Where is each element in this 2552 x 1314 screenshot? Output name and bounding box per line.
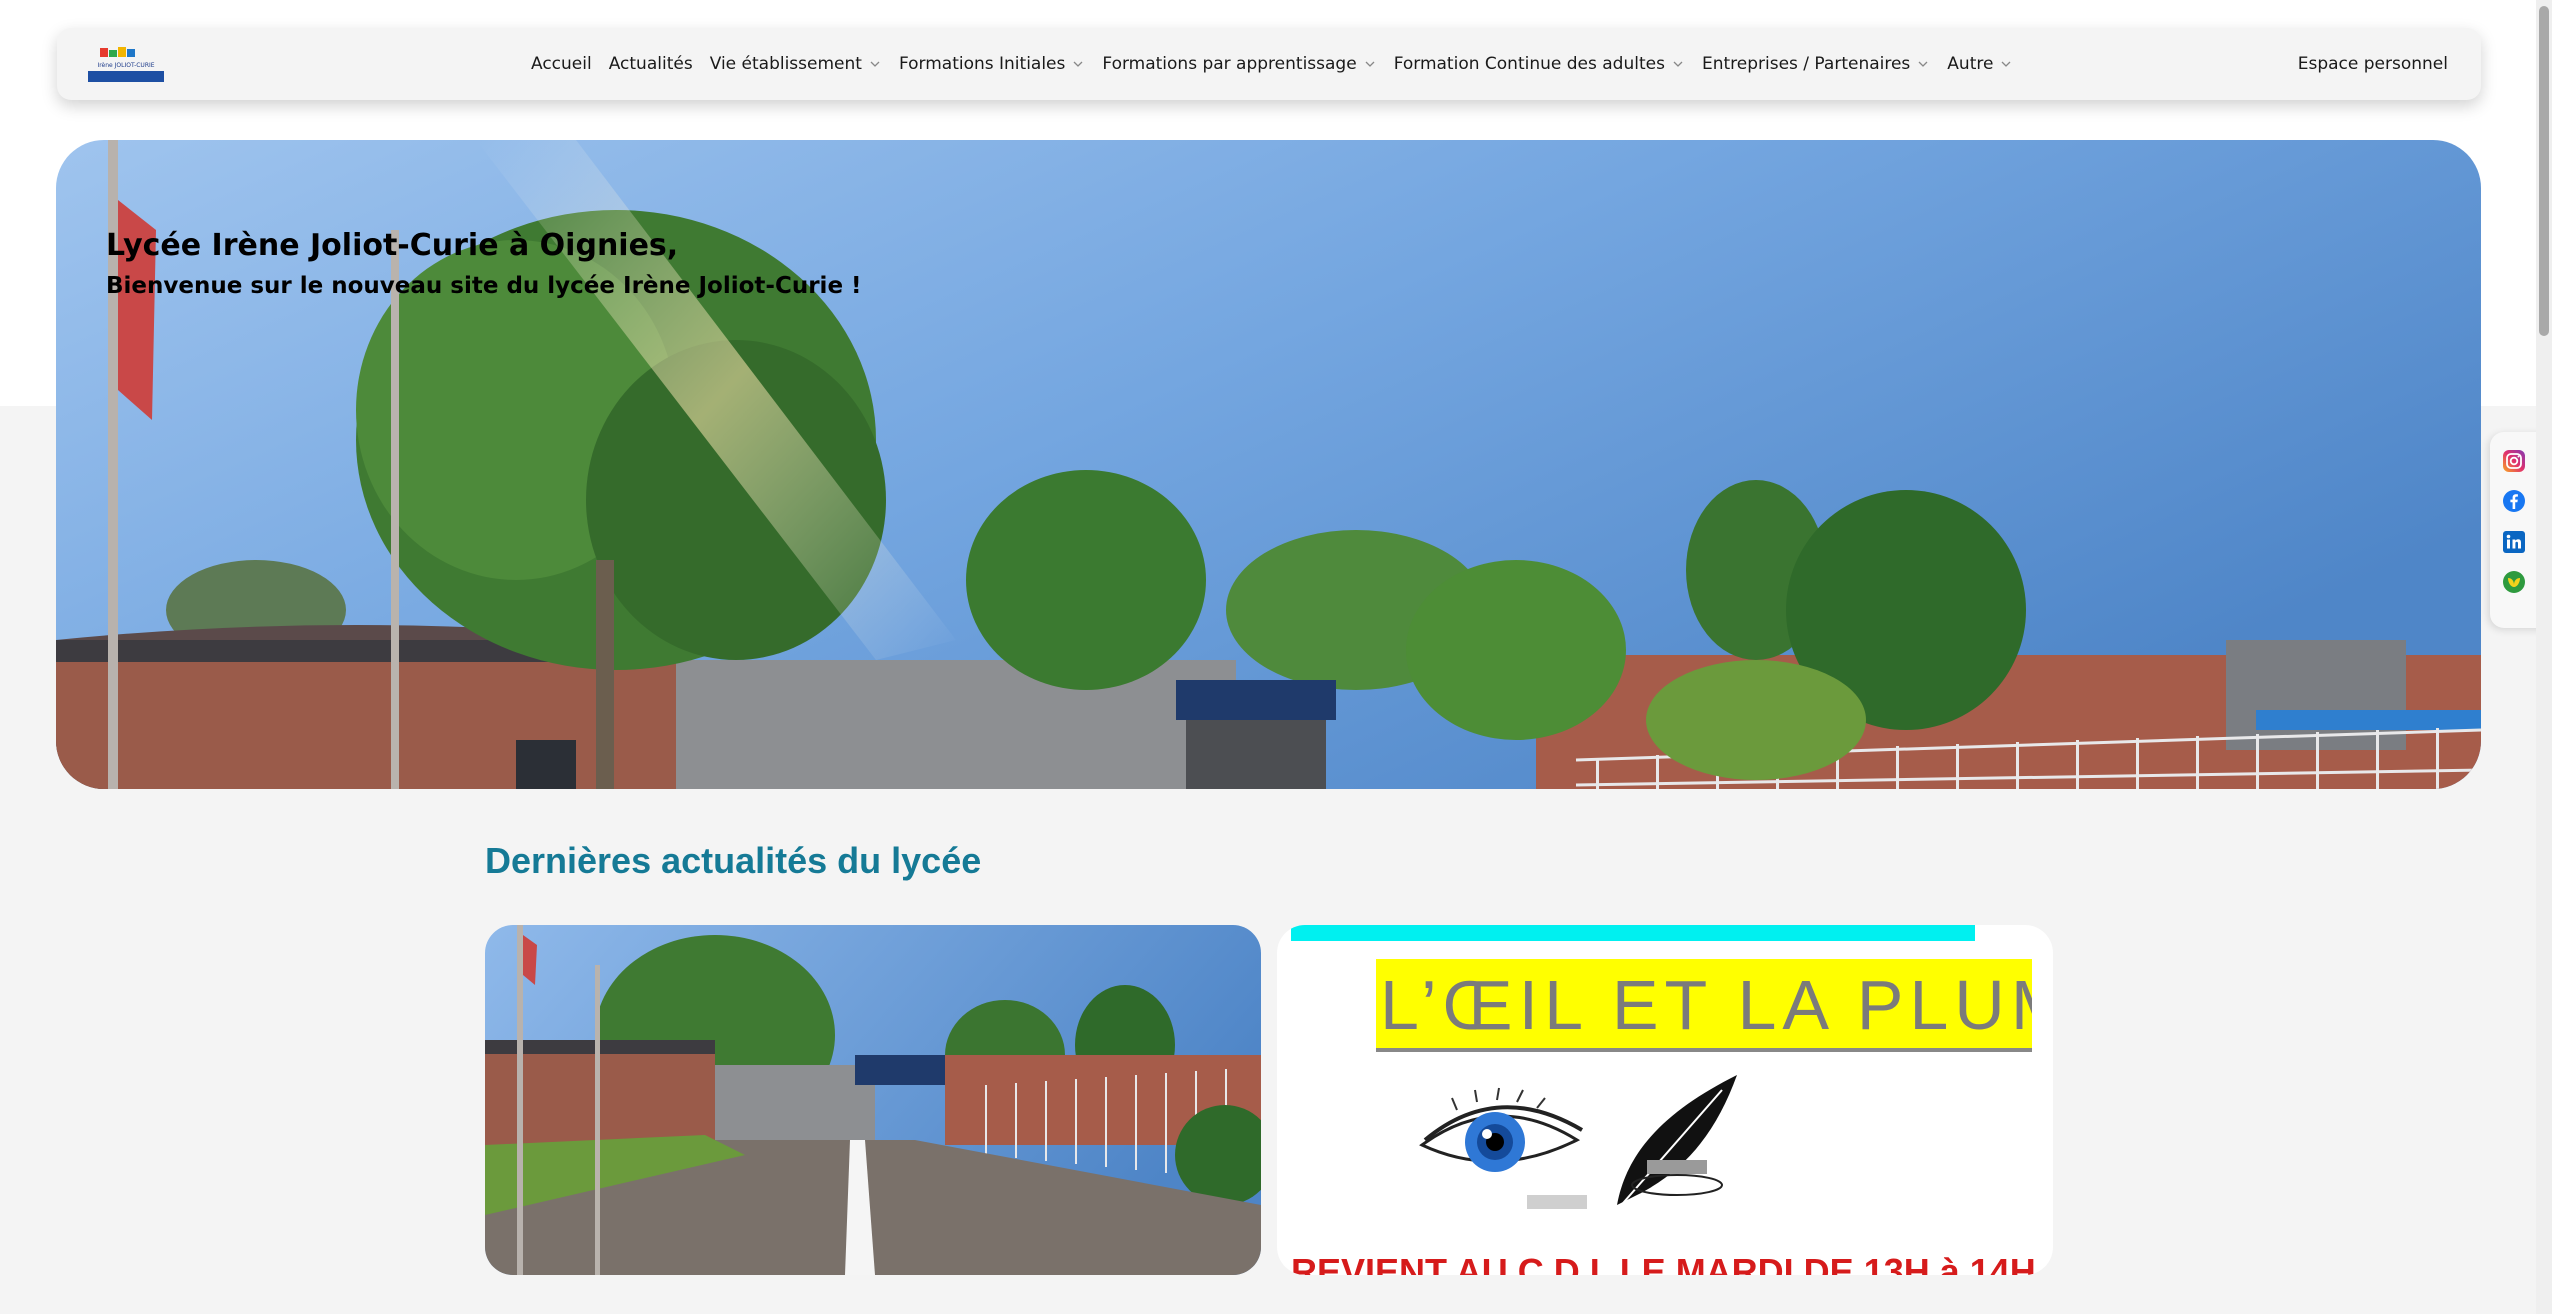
nav-vie-etablissement[interactable]: Vie établissement [710,54,882,74]
poster-top-bar [1291,925,1975,941]
ent-icon[interactable] [2502,570,2526,594]
nav-actualites-label: Actualités [608,54,693,74]
nav-actualites[interactable]: Actualités [609,54,693,74]
poster-subtitle: REVIENT AU C.D.I. LE MARDI DE 13H à 14H [1291,1251,2036,1275]
news-card[interactable]: L’ŒIL ET LA PLUME REVIENT AU C.D.I. LE M… [1277,925,2053,1275]
scrollbar-thumb[interactable] [2539,6,2549,336]
poster-title: L’ŒIL ET LA PLUME [1376,959,2032,1052]
nav-vie-etablissement-label: Vie établissement [709,54,862,74]
nav-entreprises-partenaires-label: Entreprises / Partenaires [1701,54,1911,74]
eye-and-quill-illustration [1419,1075,1737,1211]
espace-personnel-label: Espace personnel [2297,54,2448,74]
chevron-down-icon [870,61,880,67]
school-entrance-photo [485,925,1261,1275]
chevron-down-icon [1918,61,1928,67]
news-card[interactable] [485,925,1261,1275]
instagram-icon[interactable] [2502,449,2526,473]
chevron-down-icon [1365,61,1375,67]
hero-title: Lycée Irène Joliot-Curie à Oignies, [106,228,679,263]
chevron-down-icon [1673,61,1683,67]
news-heading: Dernières actualités du lycée [485,840,982,881]
nav-formations-initiales-label: Formations Initiales [898,54,1066,74]
nav-autre-label: Autre [1947,54,1994,74]
main-navbar: Irène JOLIOT-CURIE Accueil Actualités Vi… [57,28,2481,100]
page-scrollbar[interactable] [2536,0,2552,1314]
nav-accueil[interactable]: Accueil [531,54,592,74]
school-logo[interactable]: Irène JOLIOT-CURIE [88,46,164,82]
nav-formations-apprentissage[interactable]: Formations par apprentissage [1102,54,1376,74]
nav-accueil-label: Accueil [531,54,592,74]
nav-entreprises-partenaires[interactable]: Entreprises / Partenaires [1702,54,1930,74]
hero-banner: Lycée Irène Joliot-Curie à Oignies, Bien… [56,140,2481,789]
nav-formations-apprentissage-label: Formations par apprentissage [1102,54,1357,74]
hero-subtitle: Bienvenue sur le nouveau site du lycée I… [106,273,862,299]
nav-formation-continue-label: Formation Continue des adultes [1393,54,1665,74]
linkedin-icon[interactable] [2502,530,2526,554]
nav-formation-continue[interactable]: Formation Continue des adultes [1394,54,1685,74]
chevron-down-icon [2001,61,2011,67]
espace-personnel-link[interactable]: Espace personnel [2298,28,2448,100]
facebook-icon[interactable] [2502,489,2526,513]
svg-text:Irène JOLIOT-CURIE: Irène JOLIOT-CURIE [97,62,154,69]
nav-autre[interactable]: Autre [1947,54,2013,74]
nav-formations-initiales[interactable]: Formations Initiales [899,54,1085,74]
chevron-down-icon [1073,61,1083,67]
